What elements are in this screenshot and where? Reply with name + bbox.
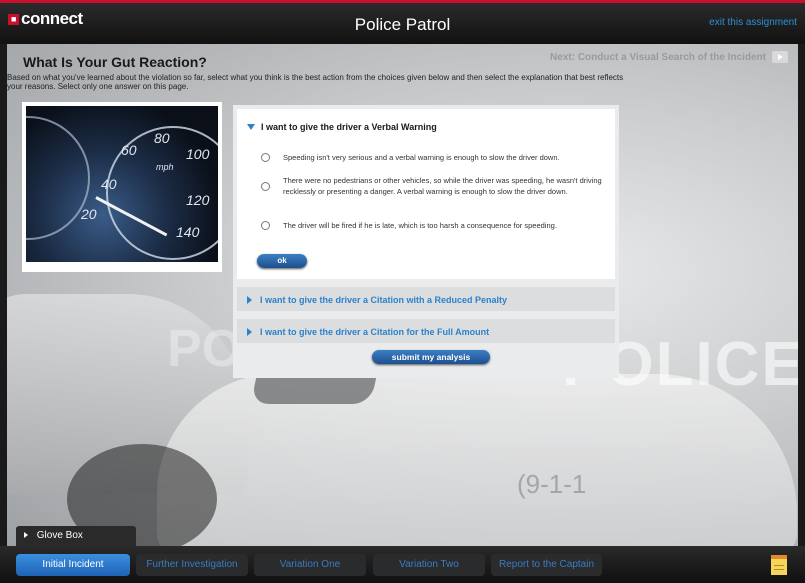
- next-step-link[interactable]: Next: Conduct a Visual Search of the Inc…: [550, 51, 788, 63]
- accordion-title: I want to give the driver a Verbal Warni…: [261, 122, 437, 132]
- accordion-header-full-amount[interactable]: I want to give the driver a Citation for…: [247, 327, 489, 337]
- choice-text: The driver will be fired if he is late, …: [283, 221, 557, 230]
- gauge-number: 80: [154, 130, 170, 146]
- radio-button[interactable]: [261, 181, 270, 191]
- next-step-label: Next: Conduct a Visual Search of the Inc…: [550, 51, 766, 63]
- tab-variation-two[interactable]: Variation Two: [373, 554, 485, 576]
- accordion-verbal-warning: I want to give the driver a Verbal Warni…: [237, 109, 615, 279]
- choice-text: There were no pedestrians or other vehic…: [283, 176, 602, 196]
- glove-box-tab[interactable]: Glove Box: [16, 526, 136, 546]
- tab-report-to-captain[interactable]: Report to the Captain: [491, 554, 602, 576]
- collapsed-triangle-icon: [247, 296, 252, 304]
- radio-button[interactable]: [261, 221, 270, 230]
- app-title: Police Patrol: [354, 15, 451, 34]
- radio-button[interactable]: [261, 153, 270, 162]
- exit-assignment-link[interactable]: exit this assignment: [709, 17, 797, 28]
- choice-option[interactable]: Speeding isn't very serious and a verbal…: [261, 152, 618, 163]
- accordion-full-amount[interactable]: I want to give the driver a Citation for…: [237, 319, 615, 343]
- choice-option[interactable]: The driver will be fired if he is late, …: [261, 220, 618, 231]
- gauge-unit: mph: [156, 162, 174, 172]
- gauge-number: 40: [101, 176, 117, 192]
- instructions-text: Based on what you've learned about the v…: [7, 73, 624, 91]
- bottom-tab-bar: Initial Incident Further Investigation V…: [0, 546, 805, 583]
- collapsed-triangle-icon: [247, 328, 252, 336]
- choice-option[interactable]: There were no pedestrians or other vehic…: [261, 175, 618, 197]
- expanded-triangle-icon: [247, 124, 255, 130]
- accordion-header-verbal-warning[interactable]: I want to give the driver a Verbal Warni…: [247, 122, 437, 132]
- answer-options-panel: I want to give the driver a Verbal Warni…: [233, 105, 619, 378]
- tab-further-investigation[interactable]: Further Investigation: [136, 554, 248, 576]
- choice-text: Speeding isn't very serious and a verbal…: [283, 153, 560, 162]
- gauge-number: 60: [121, 142, 137, 158]
- gauge-number: 100: [186, 146, 210, 162]
- tab-initial-incident[interactable]: Initial Incident: [16, 554, 130, 576]
- speedometer-photo-frame: 40 60 80 100 120 140 20 mph: [22, 102, 222, 272]
- speedometer-photo: 40 60 80 100 120 140 20 mph: [26, 106, 218, 262]
- tab-variation-one[interactable]: Variation One: [254, 554, 366, 576]
- accordion-reduced-penalty[interactable]: I want to give the driver a Citation wit…: [237, 287, 615, 311]
- caret-right-icon: [24, 532, 28, 538]
- gauge-number: 20: [81, 206, 97, 222]
- accordion-title: I want to give the driver a Citation for…: [260, 327, 490, 337]
- background-unit-number: (9-1-1: [517, 469, 587, 499]
- accordion-header-reduced-penalty[interactable]: I want to give the driver a Citation wit…: [247, 295, 507, 305]
- main-stage: POLIC POLICE (9-1-1 What Is Your Gut Rea…: [7, 44, 798, 546]
- gauge-number: 120: [186, 192, 210, 208]
- top-bar: ■ connect Police Patrol exit this assign…: [0, 0, 805, 44]
- ok-button[interactable]: ok: [257, 254, 307, 268]
- submit-analysis-button[interactable]: submit my analysis: [372, 350, 490, 364]
- notepad-icon[interactable]: [771, 555, 787, 575]
- page-title: What Is Your Gut Reaction?: [23, 54, 207, 70]
- glove-box-label: Glove Box: [36, 530, 83, 541]
- play-arrow-icon[interactable]: [772, 51, 788, 63]
- accordion-title: I want to give the driver a Citation wit…: [260, 295, 508, 305]
- gauge-number: 140: [176, 224, 200, 240]
